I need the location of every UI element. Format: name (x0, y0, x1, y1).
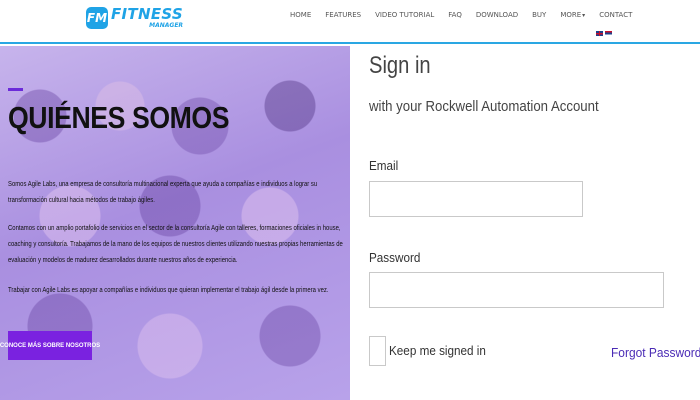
nav-faq[interactable]: FAQ (448, 11, 462, 19)
keep-signed-in-label[interactable]: Keep me signed in (389, 343, 486, 358)
nav-features[interactable]: FEATURES (325, 11, 361, 19)
signin-title: Sign in (369, 52, 431, 79)
nav-download[interactable]: DOWNLOAD (476, 11, 518, 19)
fitness-manager-logo[interactable]: FM FITNESS MANAGER (86, 6, 183, 30)
hero-paragraph-1: Somos Agile Labs, una empresa de consult… (8, 179, 318, 204)
flag-spanish-icon[interactable] (605, 31, 612, 36)
nav-buy[interactable]: BUY (532, 11, 546, 19)
nav-more[interactable]: MORE▾ (560, 11, 585, 19)
hero-paragraph-3: Trabajar con Agile Labs es apoyar a comp… (8, 285, 329, 294)
learn-more-button[interactable]: CONOCE MÁS SOBRE NOSOTROS (0, 331, 100, 360)
language-flags (596, 31, 612, 36)
signin-subtitle: with your Rockwell Automation Account (369, 98, 599, 115)
flag-english-icon[interactable] (596, 31, 603, 36)
about-hero: QUIÉNES SOMOS Somos Agile Labs, una empr… (0, 46, 350, 400)
hero-title: QUIÉNES SOMOS (8, 100, 230, 135)
nav-home[interactable]: HOME (290, 11, 311, 19)
title-accent-bar (8, 88, 23, 91)
keep-signed-in-checkbox[interactable] (369, 336, 386, 366)
logo-sub: MANAGER (149, 22, 184, 29)
email-field[interactable] (369, 181, 583, 217)
email-label: Email (369, 158, 399, 173)
signin-panel: Sign in with your Rockwell Automation Ac… (350, 46, 700, 400)
forgot-password-link[interactable]: Forgot Password? (611, 345, 700, 360)
chevron-down-icon: ▾ (582, 12, 586, 19)
logo-badge: FM (86, 7, 108, 29)
main-nav: HOME FEATURES VIDEO TUTORIAL FAQ DOWNLOA… (290, 11, 646, 19)
logo-name: FITNESS (111, 5, 184, 23)
logo-text: FITNESS MANAGER (111, 7, 183, 29)
password-field[interactable] (369, 272, 664, 308)
nav-more-label: MORE (560, 11, 582, 19)
hero-paragraph-2: Contamos con un amplio portafolio de ser… (8, 223, 343, 264)
password-label: Password (369, 250, 421, 265)
site-header: FM FITNESS MANAGER HOME FEATURES VIDEO T… (0, 0, 700, 44)
nav-video-tutorial[interactable]: VIDEO TUTORIAL (375, 11, 434, 19)
nav-contact[interactable]: CONTACT (599, 11, 632, 19)
